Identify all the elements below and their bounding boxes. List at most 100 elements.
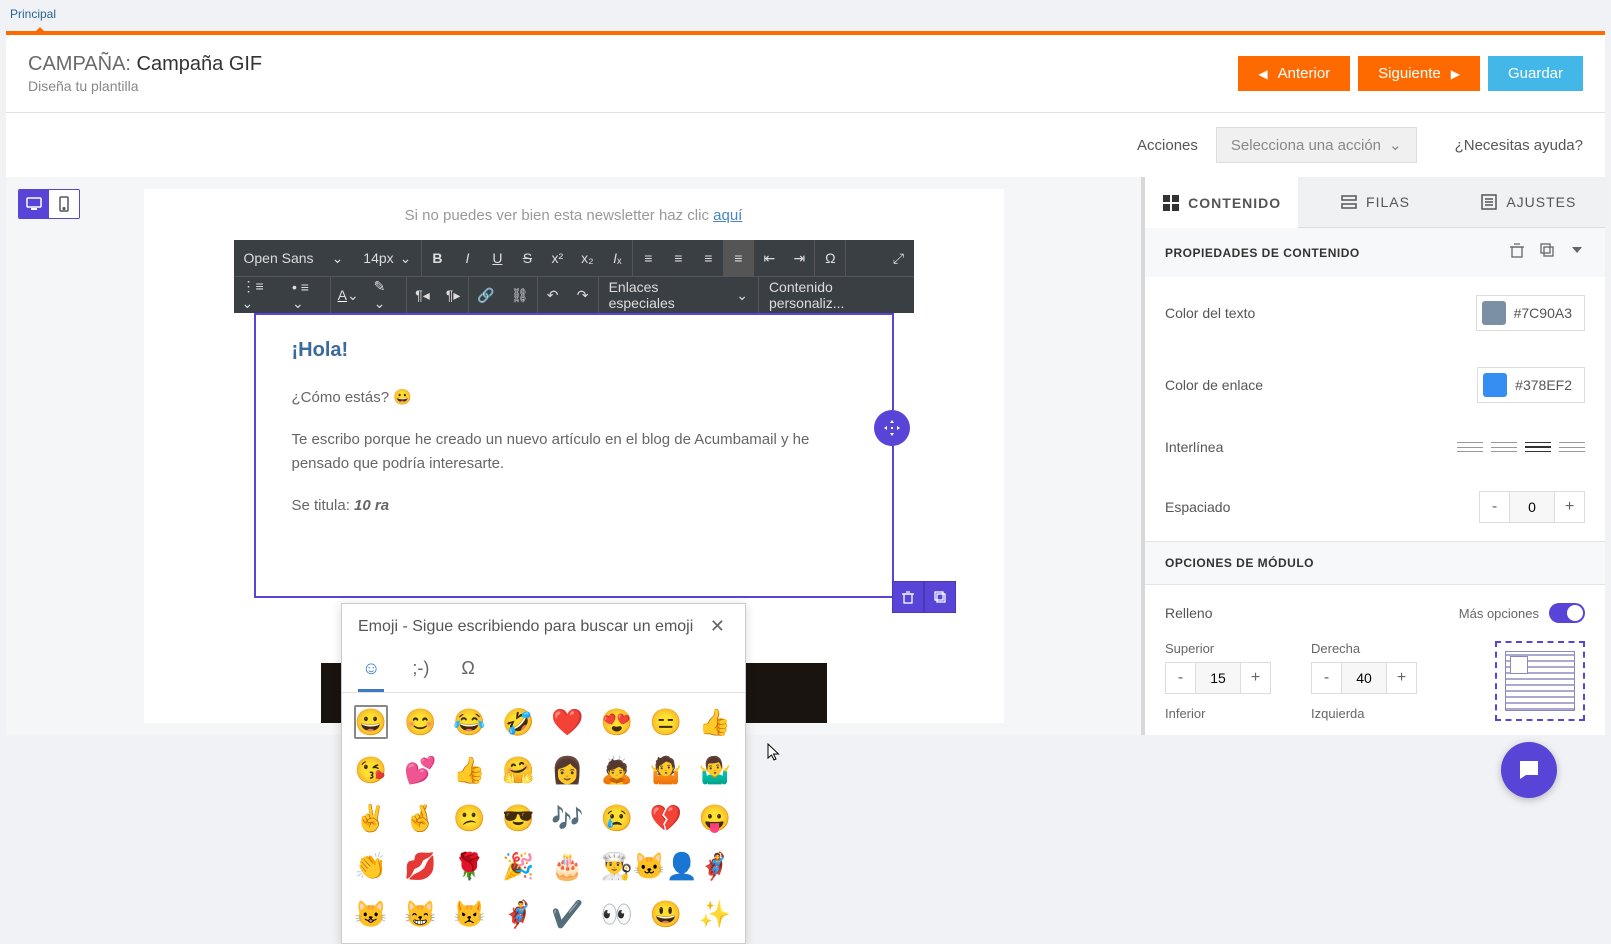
pad-top-input[interactable] [1196,663,1240,693]
desktop-view-button[interactable] [19,190,49,218]
emoji-cell[interactable]: 🤣 [501,705,535,739]
pad-right-dec[interactable]: - [1312,663,1342,693]
help-bubble-button[interactable] [1501,742,1557,798]
subscript-button[interactable]: x₂ [572,240,602,276]
pad-top-inc[interactable]: + [1240,663,1270,693]
unordered-list-button[interactable]: • ≡ ⌄ [284,277,330,313]
text-color-button[interactable]: A ⌄ [331,277,366,313]
collapse-panel-button[interactable] [1569,242,1585,263]
outdent-button[interactable]: ⇤ [754,240,784,276]
duplicate-module-button[interactable] [1539,242,1555,263]
emoji-cell[interactable]: ✌️ [354,801,388,835]
lineheight-medium[interactable] [1525,439,1551,455]
emoji-cell[interactable]: 👩 [551,753,585,787]
align-left-button[interactable]: ≡ [633,240,663,276]
mobile-view-button[interactable] [49,190,79,218]
help-link[interactable]: ¿Necesitas ayuda? [1455,137,1583,154]
lineheight-tight[interactable] [1457,439,1483,455]
next-button[interactable]: Siguiente ▶ [1358,56,1480,91]
tab-settings[interactable]: AJUSTES [1452,177,1605,228]
emoji-tab-symbols[interactable]: Ω [457,652,478,692]
emoji-cell[interactable]: 😛 [698,801,732,835]
align-justify-button[interactable]: ≡ [723,240,753,276]
spacing-increment[interactable]: + [1554,492,1584,522]
undo-button[interactable]: ↶ [538,277,568,313]
ordered-list-button[interactable]: ⋮≡ ⌄ [234,277,284,313]
emoji-cell[interactable]: 🦸 [698,849,732,883]
emoji-tab-smileys[interactable]: ☺ [358,652,384,692]
emoji-cell[interactable]: 🤷‍♂️ [698,753,732,787]
emoji-cell[interactable]: 👏 [354,849,388,883]
pad-right-input[interactable] [1342,663,1386,693]
emoji-cell[interactable]: 💋 [403,849,437,883]
bold-button[interactable]: B [422,240,452,276]
emoji-cell[interactable]: 🎂 [551,849,585,883]
tab-content[interactable]: CONTENIDO [1145,177,1298,228]
clear-format-button[interactable]: Iₓ [602,240,632,276]
move-handle[interactable] [874,410,910,446]
superscript-button[interactable]: x² [542,240,572,276]
font-select[interactable]: Open Sans⌄ [234,240,354,276]
unlink-button[interactable]: ⛓ [503,277,537,313]
save-button[interactable]: Guardar [1488,56,1583,91]
emoji-cell[interactable]: 💔 [649,801,683,835]
collapse-button[interactable]: ⤢ [884,240,914,276]
emoji-cell[interactable]: 😃 [649,897,683,931]
emoji-cell[interactable]: 🤗 [501,753,535,787]
underline-button[interactable]: U [482,240,512,276]
emoji-cell[interactable]: 👀 [600,897,634,931]
emoji-cell[interactable]: 🌹 [452,849,486,883]
emoji-cell[interactable]: 😂 [452,705,486,739]
emoji-cell[interactable]: 👨‍🍳 [600,849,634,883]
emoji-cell[interactable]: 🤷 [649,753,683,787]
delete-block-button[interactable] [892,581,924,613]
emoji-cell[interactable]: 👍 [452,753,486,787]
more-options-toggle[interactable] [1549,603,1585,623]
breadcrumb-principal[interactable]: Principal [6,5,60,27]
rtl-button[interactable]: ¶▸ [438,277,469,313]
size-select[interactable]: 14px⌄ [353,240,421,276]
emoji-cell[interactable]: 😍 [600,705,634,739]
pad-top-dec[interactable]: - [1166,663,1196,693]
emoji-cell[interactable]: 😎 [501,801,535,835]
spacing-input[interactable] [1510,492,1554,522]
special-links-select[interactable]: Enlaces especiales⌄ [599,277,758,313]
emoji-cell[interactable]: 😑 [649,705,683,739]
redo-button[interactable]: ↷ [568,277,598,313]
actions-select[interactable]: Selecciona una acción ⌄ [1216,127,1417,163]
align-center-button[interactable]: ≡ [663,240,693,276]
delete-module-button[interactable] [1509,242,1525,263]
bg-color-button[interactable]: ✎ ⌄ [366,277,407,313]
pad-right-inc[interactable]: + [1386,663,1416,693]
emoji-cell[interactable]: 🤞 [403,801,437,835]
emoji-cell[interactable]: 🦸‍♂️ [501,897,535,931]
special-char-button[interactable]: Ω [815,240,845,276]
emoji-cell[interactable]: 😸 [403,897,437,931]
emoji-cell[interactable]: 😕 [452,801,486,835]
emoji-cell[interactable]: 😢 [600,801,634,835]
emoji-cell[interactable]: ✔️ [551,897,585,931]
close-button[interactable]: ✕ [706,616,729,637]
emoji-cell[interactable]: 🎶 [551,801,585,835]
link-color-picker[interactable]: #378EF2 [1477,367,1585,403]
prev-button[interactable]: ◀ Anterior [1238,56,1350,91]
emoji-cell[interactable]: 😾 [452,897,486,931]
text-color-picker[interactable]: #7C90A3 [1476,295,1585,331]
emoji-cell[interactable]: 😘 [354,753,388,787]
lineheight-normal[interactable] [1491,439,1517,455]
italic-button[interactable]: I [452,240,482,276]
custom-content-select[interactable]: Contenido personaliz... [759,277,914,313]
link-button[interactable]: 🔗 [469,277,502,313]
emoji-cell[interactable]: 😊 [403,705,437,739]
emoji-cell[interactable]: 👍 [698,705,732,739]
align-right-button[interactable]: ≡ [693,240,723,276]
emoji-cell[interactable]: 💕 [403,753,437,787]
emoji-tab-text[interactable]: ;-) [408,652,433,692]
lineheight-loose[interactable] [1559,439,1585,455]
emoji-cell[interactable]: 😀 [354,705,388,739]
emoji-cell[interactable]: 🐱‍👤 [649,849,683,883]
preview-link[interactable]: aquí [713,207,742,224]
ltr-button[interactable]: ¶◂ [407,277,438,313]
indent-button[interactable]: ⇥ [784,240,814,276]
tab-rows[interactable]: FILAS [1298,177,1451,228]
